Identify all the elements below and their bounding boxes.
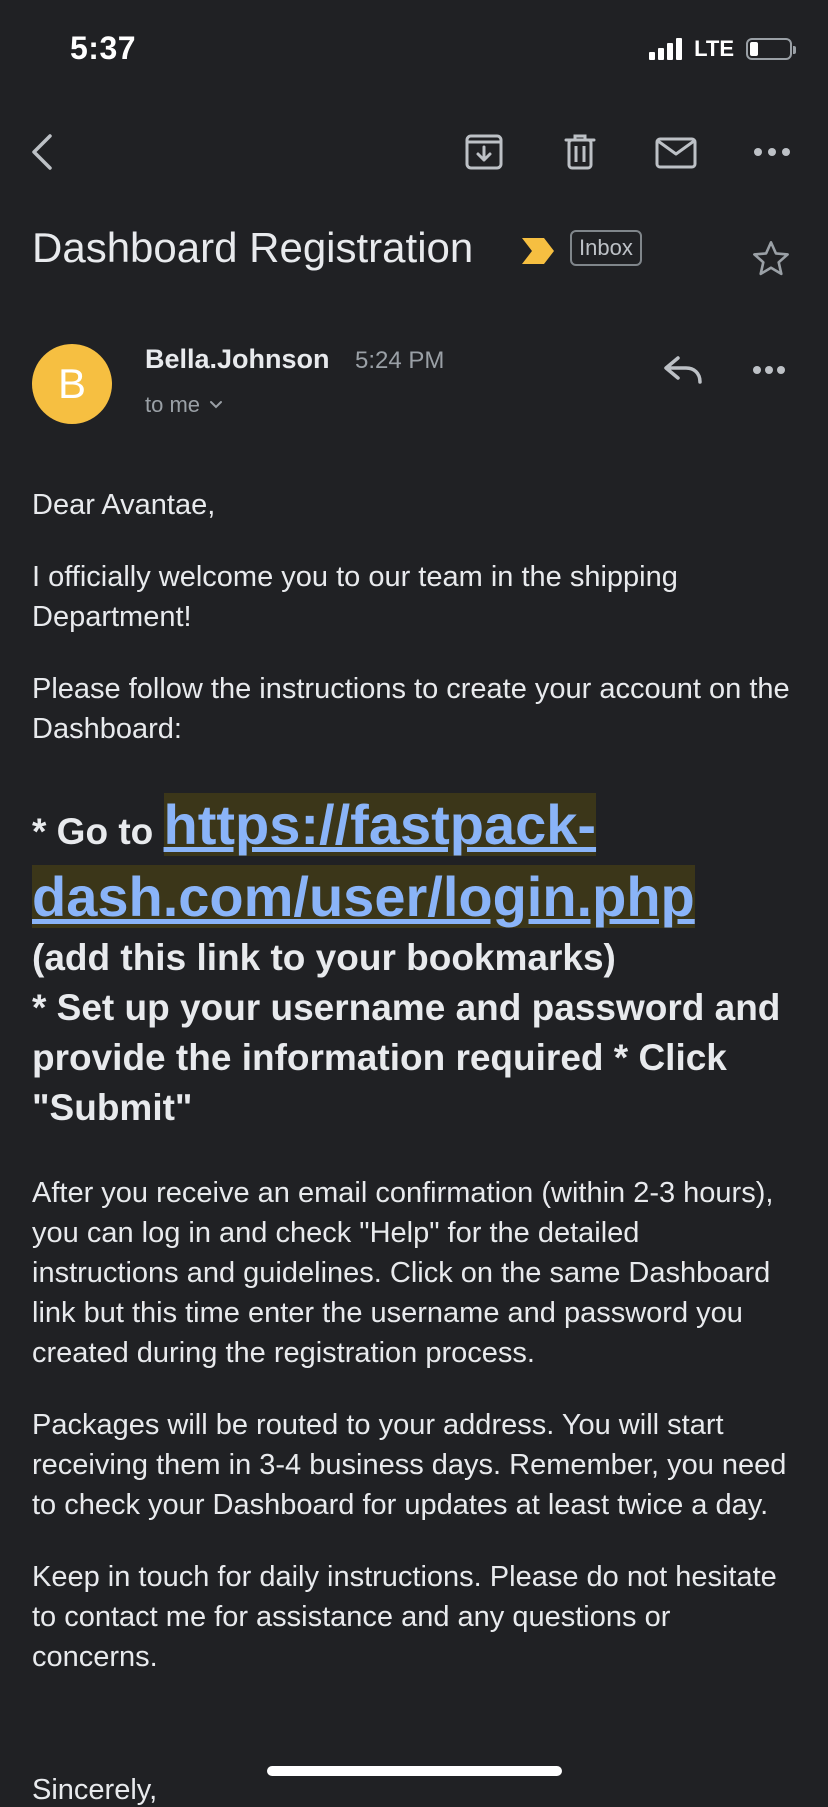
more-icon[interactable] xyxy=(750,130,794,174)
inbox-label: Inbox xyxy=(570,230,642,266)
body-paragraph: I officially welcome you to our team in … xyxy=(32,561,678,633)
status-bar: 5:37 LTE xyxy=(0,0,828,100)
instructions-block: * Go to https://fastpack-dash.com/user/l… xyxy=(32,789,792,1133)
body-paragraph: Keep in touch for daily instructions. Pl… xyxy=(32,1561,777,1673)
back-icon[interactable] xyxy=(22,130,66,174)
home-indicator xyxy=(267,1766,562,1776)
archive-icon[interactable] xyxy=(462,130,506,174)
recipient-details[interactable]: to me xyxy=(145,392,224,418)
setup-steps: * Set up your username and password and … xyxy=(32,987,781,1128)
subject-row: Dashboard Registration Inbox xyxy=(32,218,802,288)
network-type: LTE xyxy=(694,36,734,61)
signal-icon xyxy=(649,38,683,60)
email-body: Dear Avantae, I officially welcome you t… xyxy=(32,485,792,1709)
body-paragraph: Please follow the instructions to create… xyxy=(32,673,790,745)
delete-icon[interactable] xyxy=(558,130,602,174)
star-icon[interactable] xyxy=(750,238,792,285)
battery-icon xyxy=(746,38,796,60)
toolbar xyxy=(0,110,828,190)
reply-icon[interactable] xyxy=(662,354,704,393)
battery-level xyxy=(750,42,758,56)
sent-time: 5:24 PM xyxy=(355,347,445,374)
status-time: 5:37 xyxy=(70,30,137,66)
importance-marker-icon[interactable] xyxy=(520,236,556,271)
signoff: Sincerely, xyxy=(32,1774,158,1806)
sender-header: B Bella.Johnson 5:24 PM to me xyxy=(0,338,828,438)
step-prefix: * Go to xyxy=(32,811,164,852)
avatar[interactable]: B xyxy=(32,344,112,424)
email-subject: Dashboard Registration xyxy=(32,224,474,271)
sender-name: Bella.Johnson xyxy=(145,344,330,374)
chevron-down-icon xyxy=(210,401,223,409)
body-paragraph: After you receive an email confirmation … xyxy=(32,1177,774,1369)
recipient-label: to me xyxy=(145,392,201,417)
message-more-icon[interactable] xyxy=(752,362,786,380)
bookmark-note: (add this link to your bookmarks) xyxy=(32,937,616,978)
status-indicators: LTE xyxy=(649,36,796,62)
mark-unread-icon[interactable] xyxy=(654,130,698,174)
body-paragraph: Packages will be routed to your address.… xyxy=(32,1409,787,1521)
greeting: Dear Avantae, xyxy=(32,489,216,521)
